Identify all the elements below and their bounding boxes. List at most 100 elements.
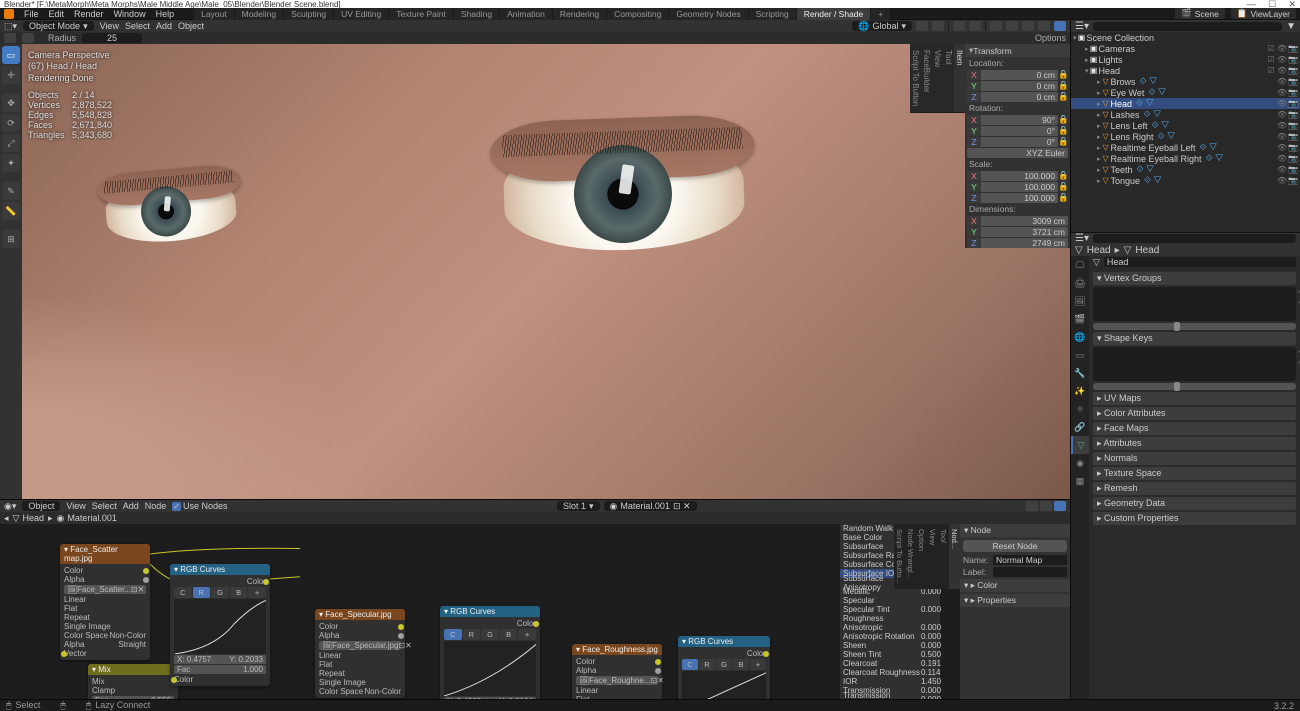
proportional-icon[interactable] [932,21,944,31]
vp-object[interactable]: Object [178,21,204,31]
snap-icon[interactable] [916,21,928,31]
viewlayer-field[interactable]: 📋 ViewLayer [1231,8,1296,19]
viewport-3d[interactable]: Camera Perspective (67) Head / Head Rend… [22,44,1070,499]
filter-icon[interactable]: ▼ [1286,21,1296,32]
shader-input[interactable]: Specular Tint0.000 [840,605,940,614]
sec-texspace[interactable]: Texture Space [1093,467,1296,480]
vp-select[interactable]: Select [125,21,150,31]
tab-output-icon[interactable]: 🖨 [1071,274,1089,292]
scale-tool-icon[interactable]: ⤢ [2,134,20,152]
dim-x[interactable]: 3009 cm [981,216,1068,226]
menu-render[interactable]: Render [74,9,104,19]
radius-field[interactable]: 25 [82,33,142,43]
material-dropdown[interactable]: ◉ Material.001 ⊡ ✕ [604,501,697,511]
select-tool-icon[interactable]: ▭ [2,46,20,64]
shade-wire-icon[interactable] [1006,21,1018,31]
menu-window[interactable]: Window [114,9,146,19]
outliner-search[interactable] [1093,22,1282,31]
ws-sculpting[interactable]: Sculpting [284,8,333,20]
menu-edit[interactable]: Edit [49,9,65,19]
shader-input[interactable]: Anisotropic Rotation0.000 [840,632,940,641]
n-tab-stb[interactable]: Script To Button [910,44,921,113]
tab-object-icon[interactable]: ▭ [1071,346,1089,364]
shader-input[interactable]: Sheen Tint0.500 [840,650,940,659]
vp-view[interactable]: View [100,21,119,31]
dim-z[interactable]: 2749 cm [981,238,1068,248]
outliner-item-tongue[interactable]: ▸▽Tongue⟐ ▽👁📷 [1071,175,1300,186]
sec-shape-keys[interactable]: Shape Keys [1093,332,1296,345]
tool-settings-icon-2[interactable] [22,33,34,43]
crumb-mat[interactable]: ◉ Material.001 [57,513,117,524]
props-search[interactable] [1093,234,1296,243]
rot-z[interactable]: 0° [981,137,1058,147]
measure-tool-icon[interactable]: 📏 [2,202,20,220]
shape-keys-list[interactable]: +− [1093,347,1296,381]
shader-input[interactable]: Specular [840,596,940,605]
orientation-dropdown[interactable]: 🌐 Global ▾ [852,21,912,31]
shader-input[interactable]: Anisotropic0.000 [840,623,940,632]
ne-node[interactable]: Node [145,501,167,511]
ws-shading[interactable]: Shading [454,8,499,20]
crumb-obj[interactable]: ▽ Head [13,513,44,524]
node-name-field[interactable]: Normal Map [993,555,1067,565]
ws-tex[interactable]: Texture Paint [389,8,453,20]
node-rgb-curves-2[interactable]: ▾ RGB Curves Color CRGB+ X: 0.4992Y: 0.8… [440,606,540,699]
snap-ne-icon[interactable] [1040,501,1052,511]
outliner-item-lens-right[interactable]: ▸▽Lens Right⟐ ▽👁📷 [1071,131,1300,142]
outliner-item-brows[interactable]: ▸▽Brows⟐ ▽👁📷 [1071,76,1300,87]
ne-select[interactable]: Select [92,501,117,511]
shader-input[interactable]: IOR1.450 [840,677,940,686]
annotate-tool-icon[interactable]: ✎ [2,182,20,200]
reset-node-button[interactable]: Reset Node [963,540,1067,552]
add-tool-icon[interactable]: ⊞ [2,230,20,248]
tool-settings-icon[interactable] [4,33,16,43]
mesh-name-field[interactable] [1104,257,1296,267]
sec-custom[interactable]: Custom Properties [1093,512,1296,525]
menu-help[interactable]: Help [156,9,175,19]
loc-y[interactable]: 0 cm [981,81,1058,91]
shader-input[interactable]: Roughness [840,614,940,623]
sk-slider[interactable] [1093,383,1296,390]
ws-add[interactable]: + [871,8,890,20]
tab-texture-icon[interactable]: ▦ [1071,472,1089,490]
outliner-item-eye-wet[interactable]: ▸▽Eye Wet⟐ ▽👁📷 [1071,87,1300,98]
mode-dropdown[interactable]: Object Mode ▾ [23,21,94,31]
shade-matprev-icon[interactable] [1038,21,1050,31]
node-specular-tex[interactable]: ▾ Face_Specular.jpg Color Alpha 🖼Face_Sp… [315,609,405,698]
sec-normals[interactable]: Normals [1093,452,1296,465]
vp-add[interactable]: Add [156,21,172,31]
rot-x[interactable]: 90° [981,115,1058,125]
tab-render-icon[interactable]: 🖵 [1071,256,1089,274]
overlay-toggle[interactable] [969,21,981,31]
shader-input[interactable]: Sheen0.000 [840,641,940,650]
tab-physics-icon[interactable]: ⚛ [1071,400,1089,418]
node-label-field[interactable] [993,567,1067,577]
rot-y[interactable]: 0° [981,126,1058,136]
ne-add[interactable]: Add [123,501,139,511]
ne-view[interactable]: View [66,501,85,511]
cursor-tool-icon[interactable]: ✛ [2,66,20,84]
shade-rendered-icon[interactable] [1054,21,1066,31]
sec-vertex-groups[interactable]: Vertex Groups [1093,272,1296,285]
tab-viewlayer-icon[interactable]: 🖼 [1071,292,1089,310]
options-dropdown[interactable]: Options [1035,33,1066,43]
outliner-type-icon[interactable]: ☰▾ [1075,21,1089,32]
use-nodes-checkbox[interactable]: Use Nodes [172,501,227,511]
n-tab-view[interactable]: View [932,44,943,113]
outliner-item-lashes[interactable]: ▸▽Lashes⟐ ▽👁📷 [1071,109,1300,120]
ne-type-icon[interactable]: ◉▾ [4,501,16,512]
sec-attrs[interactable]: Attributes [1093,437,1296,450]
ws-script[interactable]: Scripting [749,8,796,20]
node-rgb-curves-3[interactable]: ▾ RGB Curves Color CRGB+ [678,636,770,699]
transform-header[interactable]: Transform [965,44,1070,57]
tab-world-icon[interactable]: 🌐 [1071,328,1089,346]
rot-mode[interactable]: XYZ Euler [967,148,1068,158]
shader-input[interactable]: Clearcoat0.191 [840,659,940,668]
scene-field[interactable]: 🎬 Scene [1175,8,1225,19]
shader-input[interactable]: Clearcoat Roughness0.114 [840,668,940,677]
scale-x[interactable]: 100.000 [981,171,1058,181]
outliner-item-lens-left[interactable]: ▸▽Lens Left⟐ ▽👁📷 [1071,120,1300,131]
ne-object-menu[interactable]: Object [22,501,60,511]
ws-layout[interactable]: Layout [194,8,234,20]
dim-y[interactable]: 3721 cm [981,227,1068,237]
